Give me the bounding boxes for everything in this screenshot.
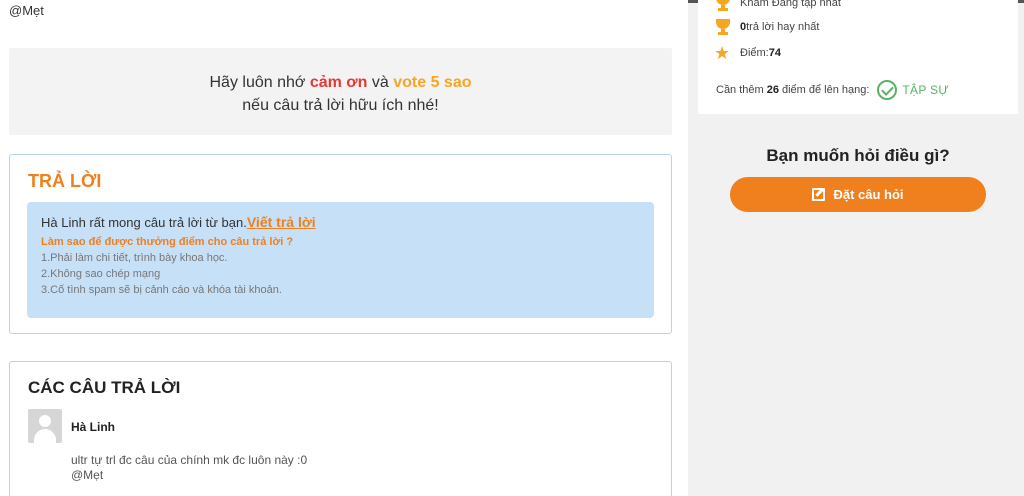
answers-panel-title: CÁC CÂU TRẢ LỜI [28, 378, 181, 397]
stat-row-clipped: Khám Đáng tập nhất [714, 0, 841, 12]
trophy-icon [714, 0, 732, 12]
avatar[interactable] [28, 409, 62, 443]
answer-panel: TRẢ LỜI Hà Linh rất mong câu trả lời từ … [9, 154, 672, 334]
rule-item: 1.Phải làm chi tiết, trình bày khoa học. [41, 252, 228, 264]
reminder-prefix: Hãy luôn nhớ [209, 74, 310, 91]
stat-row-points: ★ Điểm: 74 [714, 44, 781, 62]
best-answers-label: trả lời hay nhất [746, 21, 820, 33]
rank-progress: Cần thêm 26 điểm để lên hạng: TẬP SỰ [716, 80, 949, 100]
avatar-head-shape [39, 415, 51, 427]
thanks-reminder-banner: Hãy luôn nhớ cảm ơn và vote 5 sao nếu câ… [9, 48, 672, 135]
rule-item: 2.Không sao chép mạng [41, 268, 161, 280]
reminder-middle: và [367, 74, 394, 91]
reminder-line-2: nếu câu trả lời hữu ích nhé! [242, 97, 439, 114]
answer-info-box: Hà Linh rất mong câu trả lời từ bạn.Viết… [27, 202, 654, 318]
write-answer-link[interactable]: Viết trả lời [247, 214, 316, 230]
rule-item: 3.Cố tình spam sẽ bị cảnh cáo và khóa tà… [41, 284, 282, 296]
needs-suffix: điểm để lên hạng: [781, 84, 870, 96]
star-icon: ★ [714, 43, 731, 63]
stat-row-best-answers: 0 trả lời hay nhất [714, 18, 819, 36]
answer-content: ultr tự trl đc câu của chính mk đc luôn … [71, 453, 307, 483]
needs-prefix: Cần thêm [716, 84, 764, 96]
user-stats-card: Khám Đáng tập nhất 0 trả lời hay nhất ★ … [698, 0, 1018, 114]
answer-mention: @Mẹt [71, 468, 104, 482]
answer-panel-title: TRẢ LỜI [28, 171, 102, 191]
rank-name[interactable]: TẬP SỰ [902, 83, 949, 97]
reminder-thanks: cảm ơn [309, 74, 368, 91]
ask-heading: Bạn muốn hỏi điều gì? [766, 146, 950, 165]
reward-question: Làm sao để được thưởng điểm cho câu trả … [41, 236, 294, 248]
ask-button-label: Đặt câu hỏi [833, 187, 904, 202]
answer-author[interactable]: Hà Linh [71, 420, 115, 434]
answer-invite: Hà Linh rất mong câu trả lời từ bạn.Viết… [41, 214, 640, 230]
points-value: 74 [768, 47, 781, 59]
answer-invite-text: Hà Linh rất mong câu trả lời từ bạn. [41, 215, 247, 230]
reminder-vote: vote 5 sao [393, 74, 472, 91]
mention-text: @Mẹt [9, 3, 44, 18]
rank-check-icon [877, 80, 898, 100]
answer-text-line: ultr tự trl đc câu của chính mk đc luôn … [71, 453, 308, 467]
needs-value: 26 [766, 84, 779, 96]
avatar-body-shape [34, 429, 56, 443]
trophy-icon [714, 18, 732, 36]
clipped-label: Khám Đáng tập nhất [740, 0, 841, 9]
reminder-line-1: Hãy luôn nhớ cảm ơn và vote 5 sao [9, 71, 672, 94]
edit-icon [812, 188, 826, 201]
ask-question-button[interactable]: Đặt câu hỏi [730, 177, 986, 212]
answers-panel: CÁC CÂU TRẢ LỜI Hà Linh ultr tự trl đc c… [9, 361, 672, 496]
main-column: @Mẹt Hãy luôn nhớ cảm ơn và vote 5 sao n… [0, 0, 688, 496]
points-label: Điểm: [740, 47, 769, 59]
